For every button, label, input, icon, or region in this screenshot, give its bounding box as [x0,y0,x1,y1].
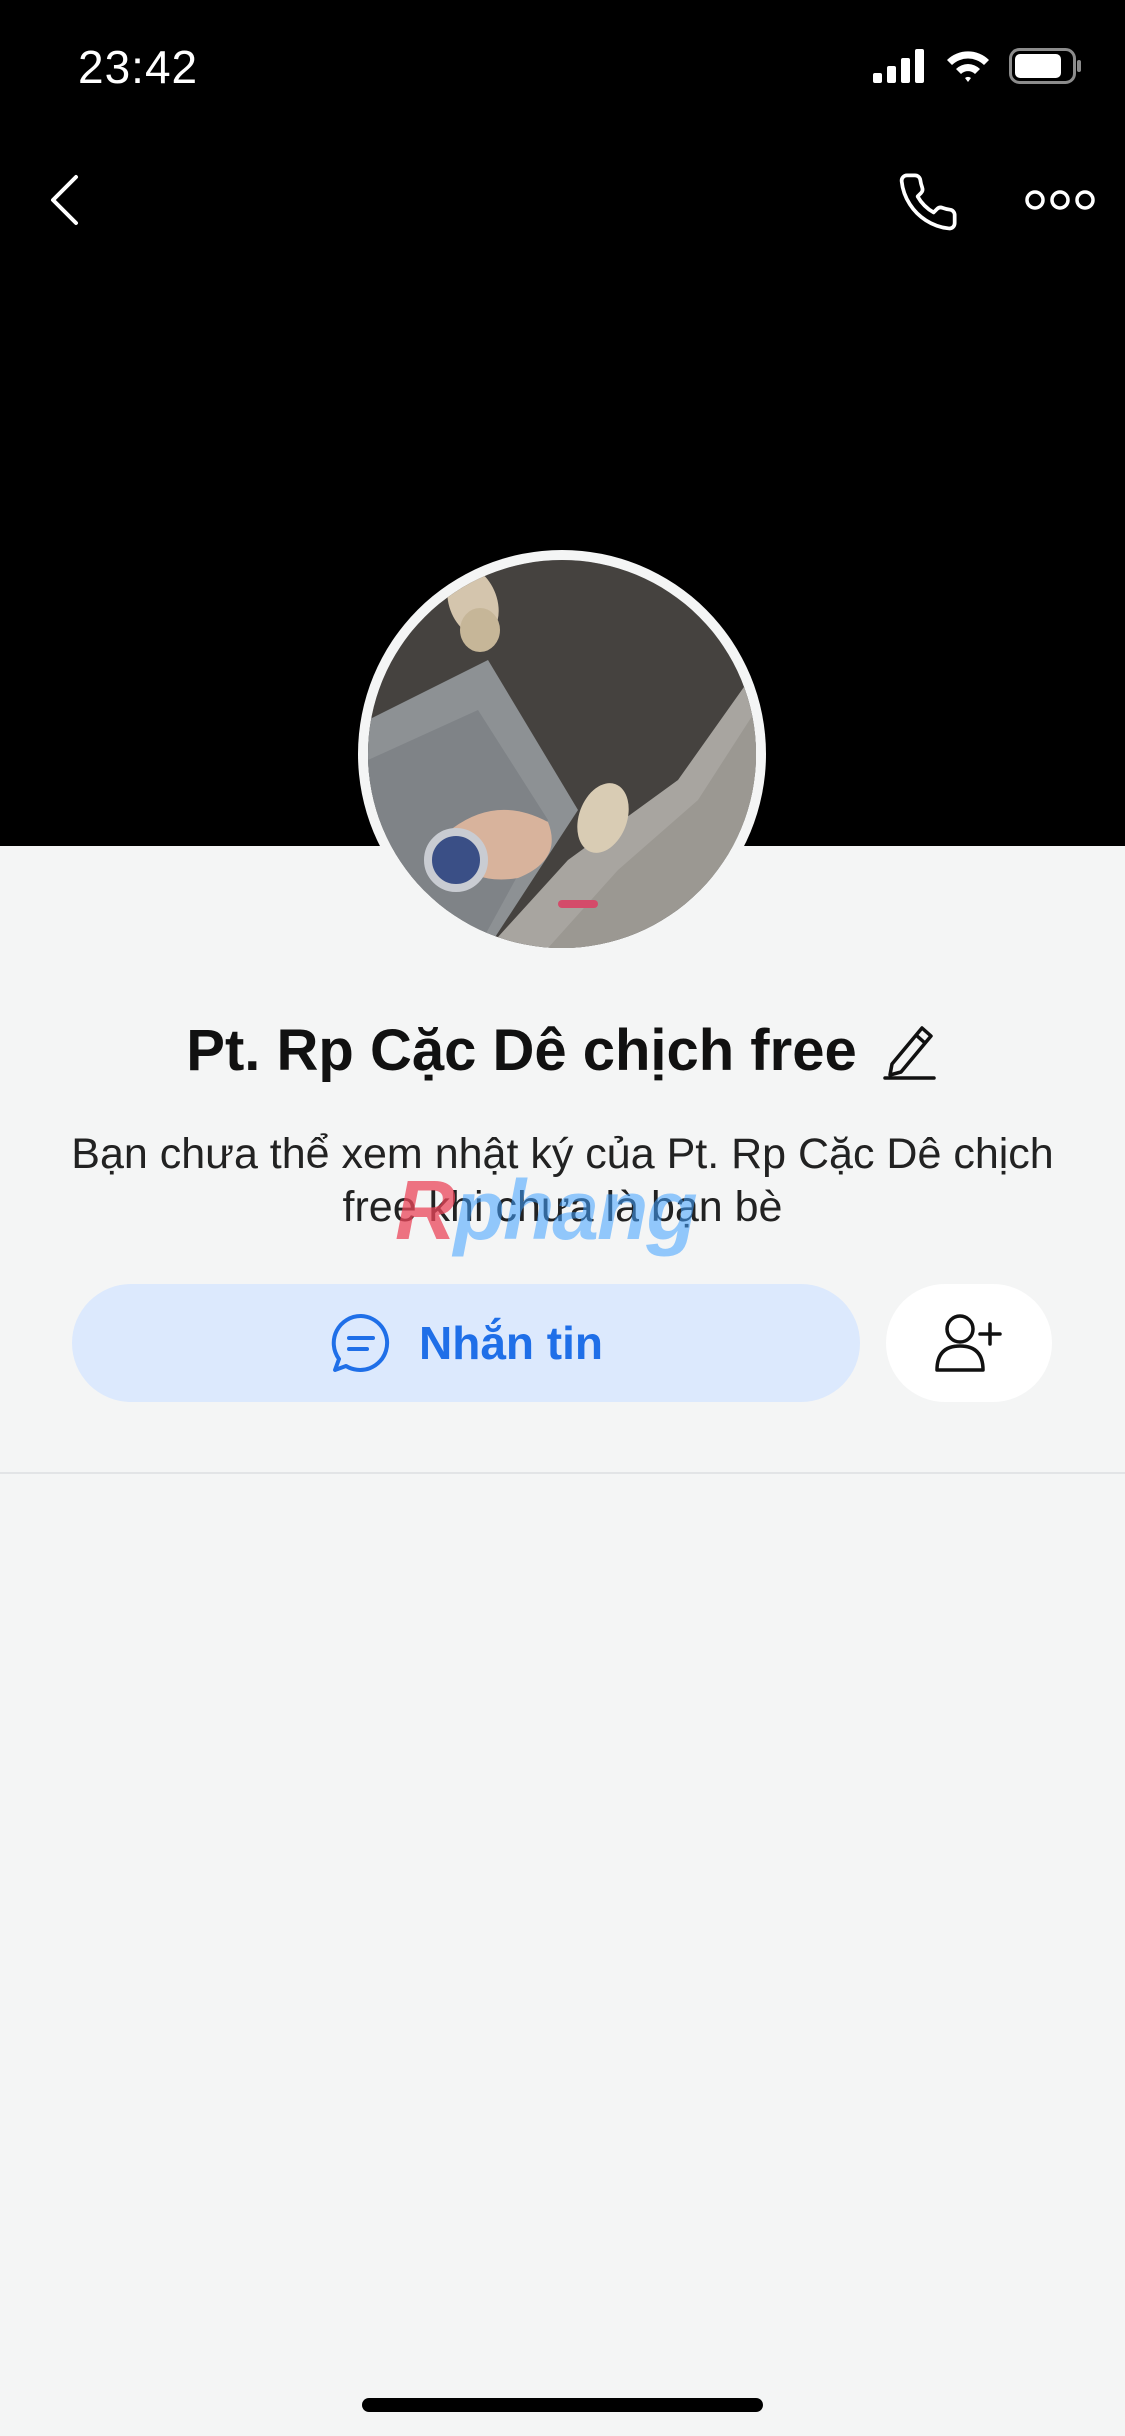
navigation-bar [0,150,1125,250]
add-friend-button[interactable] [886,1284,1052,1402]
back-button[interactable] [36,160,92,240]
status-icons [873,48,1083,84]
profile-name: Pt. Rp Cặc Dê chịch free [186,1017,857,1083]
chevron-left-icon [51,175,78,225]
signal-icon [873,49,924,83]
more-horizontal-icon [1025,190,1095,210]
phone-icon [899,173,957,231]
message-button[interactable]: Nhắn tin [72,1284,860,1402]
call-button[interactable] [890,164,966,240]
status-time: 23:42 [78,41,199,93]
home-indicator [362,2398,763,2412]
diary-privacy-notice: Bạn chưa thể xem nhật ký của Pt. Rp Cặc … [71,1130,1054,1231]
wifi-icon [947,51,989,82]
edit-name-button[interactable] [879,1018,939,1082]
message-button-label: Nhắn tin [419,1317,603,1369]
pencil-icon [882,1026,936,1080]
chat-bubble-icon [331,1313,390,1372]
add-user-icon [935,1314,1002,1372]
profile-name-row: Pt. Rp Cặc Dê chịch free [0,1010,1125,1090]
section-divider [0,1472,1125,1474]
battery-icon [1009,48,1081,84]
avatar-photo [368,560,756,948]
status-bar: 23:42 [0,0,1125,130]
avatar[interactable] [358,550,766,958]
more-options-button[interactable] [1020,170,1100,230]
